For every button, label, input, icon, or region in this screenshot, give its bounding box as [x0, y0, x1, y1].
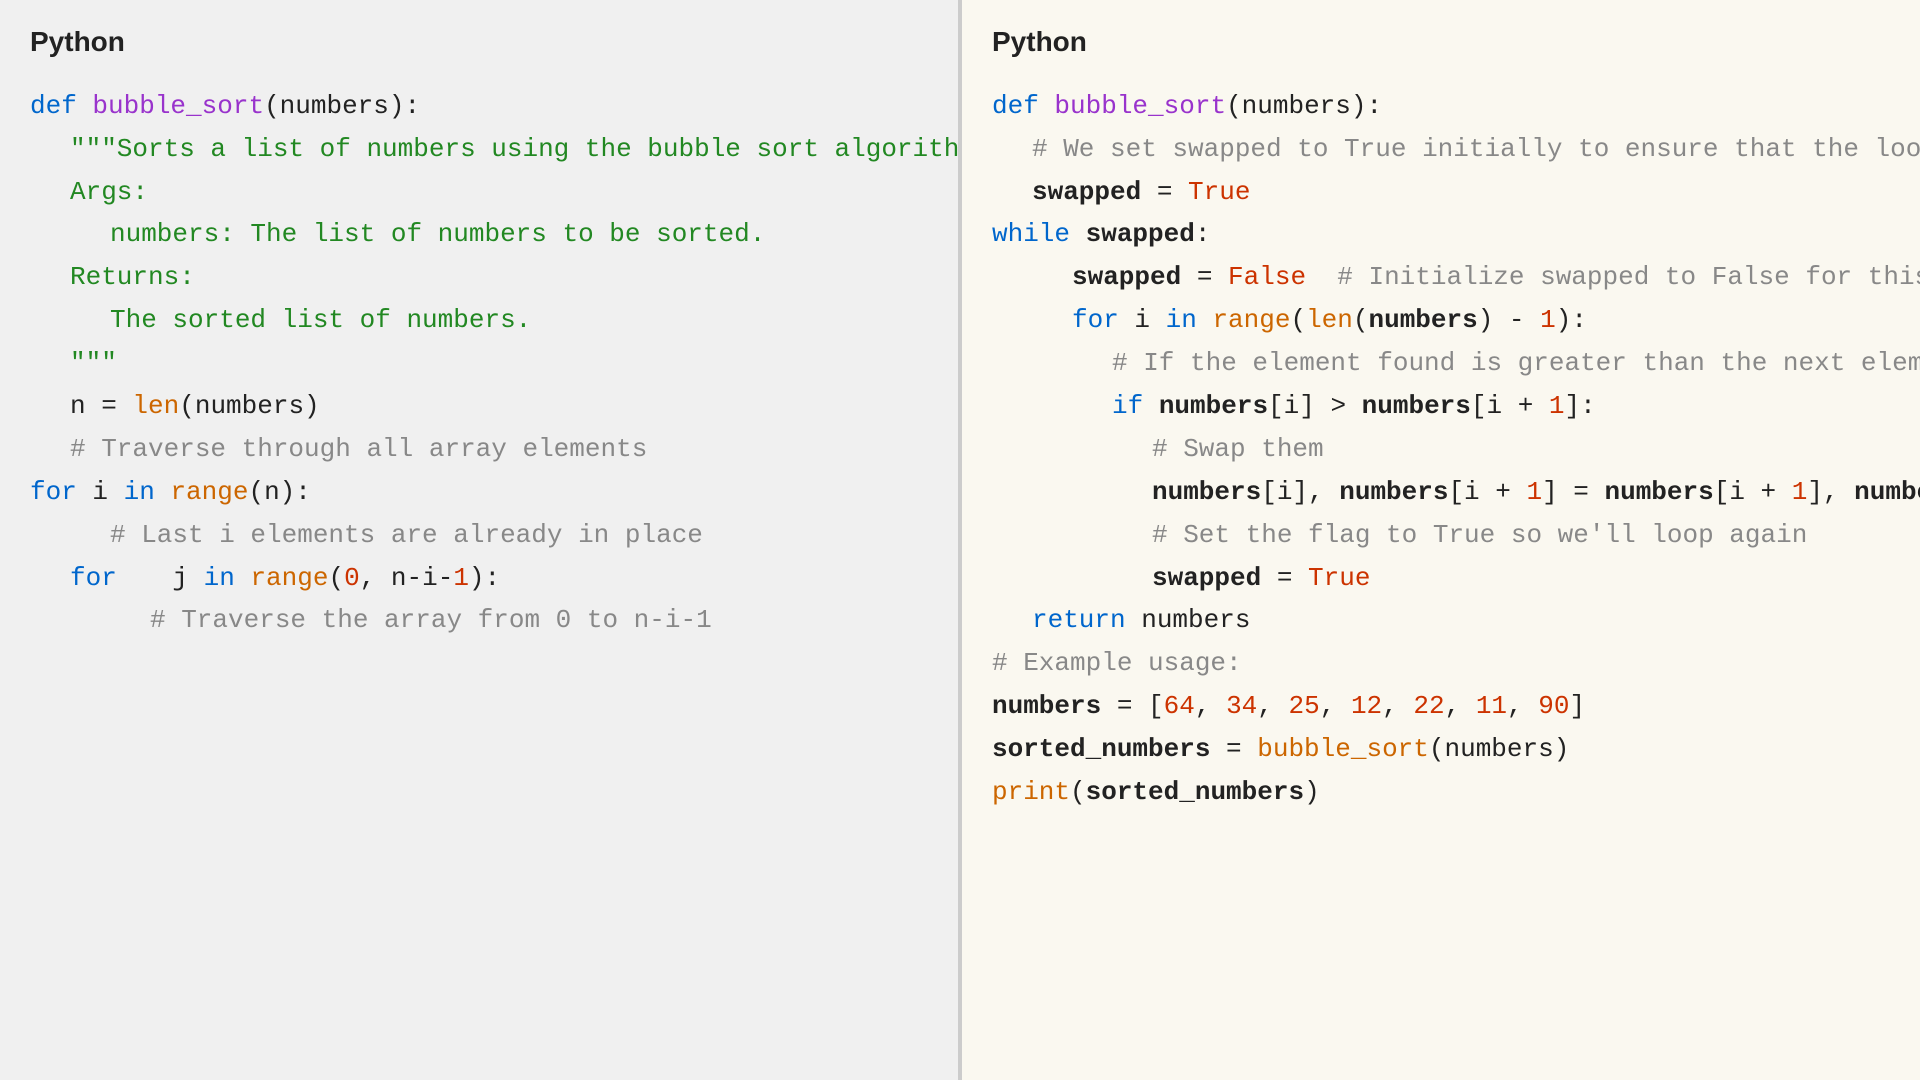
left-panel: Python def bubble_sort(numbers): """Sort…	[0, 0, 960, 1080]
r-line-20: print(sorted_numbers)	[992, 771, 1890, 814]
line-7: Returns:	[30, 256, 928, 299]
r-line-18: numbers = [64, 34, 25, 12, 22, 11, 90]	[992, 685, 1890, 728]
r-line-5: swapped = False # Initialize swapped to …	[992, 256, 1890, 299]
r-line-3: swapped = True	[992, 171, 1890, 214]
line-5: numbers: The list of numbers to be sorte…	[30, 213, 928, 256]
r-line-9: if numbers[i] > numbers[i + 1]:	[992, 385, 1890, 428]
line-11: n = len(numbers)	[30, 385, 928, 428]
r-line-13: swapped = True	[992, 557, 1890, 600]
left-panel-title: Python	[30, 20, 928, 65]
r-line-11: numbers[i], numbers[i + 1] = numbers[i +…	[992, 471, 1890, 514]
line-8: The sorted list of numbers.	[30, 299, 928, 342]
line-14: for i in range(n):	[30, 471, 928, 514]
line-4: Args:	[30, 171, 928, 214]
r-line-7: for i in range(len(numbers) - 1):	[992, 299, 1890, 342]
left-code-block: def bubble_sort(numbers): """Sorts a lis…	[30, 85, 928, 643]
line-2: """Sorts a list of numbers using the bub…	[30, 128, 928, 171]
line-16: # Last i elements are already in place	[30, 514, 928, 557]
line-17: for j in range(0, n-i-1):	[30, 557, 928, 600]
r-line-17: # Example usage:	[992, 642, 1890, 685]
r-line-1: def bubble_sort(numbers):	[992, 85, 1890, 128]
r-line-2: # We set swapped to True initially to en…	[992, 128, 1890, 171]
line-1: def bubble_sort(numbers):	[30, 85, 928, 128]
r-line-12: # Set the flag to True so we'll loop aga…	[992, 514, 1890, 557]
line-19: # Traverse the array from 0 to n-i-1	[30, 599, 928, 642]
r-line-8: # If the element found is greater than t…	[992, 342, 1890, 385]
line-9: """	[30, 342, 928, 385]
r-line-10: # Swap them	[992, 428, 1890, 471]
r-line-4: while swapped:	[992, 213, 1890, 256]
right-panel: Python def bubble_sort(numbers): # We se…	[962, 0, 1920, 1080]
line-13: # Traverse through all array elements	[30, 428, 928, 471]
right-panel-title: Python	[992, 20, 1890, 65]
r-line-15: return numbers	[992, 599, 1890, 642]
right-code-block: def bubble_sort(numbers): # We set swapp…	[992, 85, 1890, 814]
r-line-19: sorted_numbers = bubble_sort(numbers)	[992, 728, 1890, 771]
